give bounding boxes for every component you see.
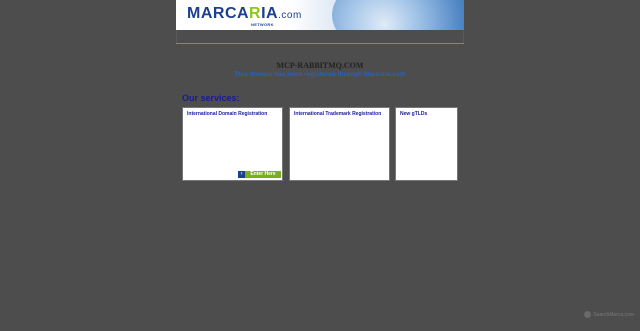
logo-text-part2: IA [261, 5, 279, 22]
service-card-title[interactable]: New gTLDs [400, 111, 427, 117]
enter-here-button[interactable]: › Enter Here [238, 171, 281, 178]
service-card-title[interactable]: International Domain Registration [187, 111, 267, 117]
logo-network: NETWORK [251, 22, 274, 27]
header-divider [176, 43, 464, 44]
arrow-right-icon: › [238, 171, 245, 178]
globe-graphic [332, 0, 464, 30]
service-card-domain-registration: International Domain Registration › Ente… [182, 107, 283, 181]
header-spacer [176, 30, 464, 43]
domain-title: MCP-RABBITMQ.COM [276, 61, 364, 70]
watermark: SearchMarca.com [584, 311, 634, 318]
header-banner: MARCARIA.com NETWORK [176, 0, 464, 30]
service-card-trademark-registration: International Trademark Registration [289, 107, 390, 181]
page-wrapper: MARCARIA.com NETWORK MCP-RABBITMQ.COM Th… [176, 0, 464, 331]
service-card-title[interactable]: International Trademark Registration [294, 111, 381, 117]
logo-text-part1: MARCA [187, 5, 250, 22]
logo-text-q: R [249, 5, 262, 22]
searchmarca-icon [584, 311, 592, 318]
enter-here-label: Enter Here [245, 171, 281, 178]
service-card-new-gtlds: New gTLDs [395, 107, 458, 181]
marcaria-logo[interactable]: MARCARIA.com NETWORK [187, 5, 302, 27]
logo-tld: .com [278, 10, 302, 21]
registered-notice[interactable]: This domain has been registered through … [176, 71, 464, 78]
watermark-text: SearchMarca.com [593, 311, 634, 318]
services-heading: Our services: [182, 93, 240, 103]
